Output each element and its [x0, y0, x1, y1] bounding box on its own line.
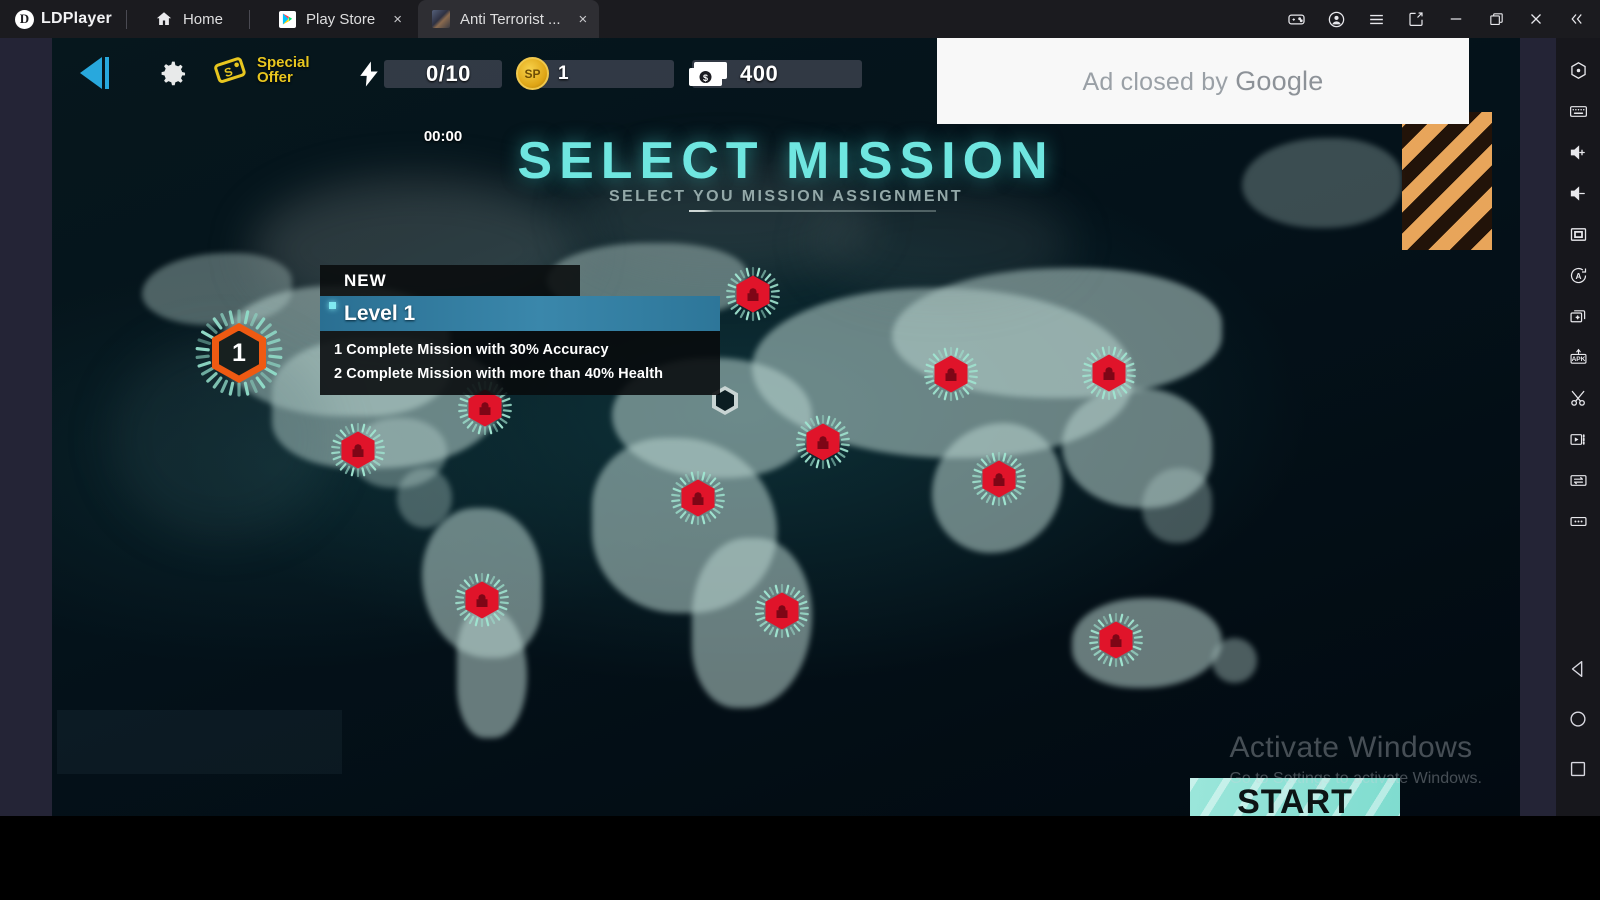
apk-install-icon[interactable]: APK	[1554, 337, 1600, 378]
cash-counter[interactable]: $ 400	[689, 60, 862, 88]
menu-icon[interactable]	[1356, 0, 1396, 38]
brand: D LDPlayer	[0, 9, 112, 29]
video-record-icon[interactable]	[1554, 419, 1600, 460]
special-offer-line1: Special	[257, 54, 310, 71]
special-offer-button[interactable]: S Special Offer	[214, 54, 310, 86]
tool-sidebar: A APK	[1556, 38, 1600, 816]
level-popup-title: Level 1	[344, 301, 416, 325]
collapse-sidebar-icon[interactable]	[1556, 0, 1596, 38]
page-title: SELECT MISSION	[517, 132, 1055, 190]
tab-home[interactable]: Home	[141, 0, 235, 38]
bottom-bar	[0, 816, 1600, 900]
bottom-left-panel	[57, 710, 342, 774]
tab-anti-terrorist-close-icon[interactable]: ×	[579, 12, 588, 27]
mission-marker-middle-east[interactable]	[795, 414, 851, 470]
level-number: 1	[219, 330, 259, 376]
mission-marker-australia[interactable]	[1088, 612, 1144, 668]
account-icon[interactable]	[1316, 0, 1356, 38]
window-controls	[1276, 0, 1600, 38]
gear-icon[interactable]	[152, 54, 192, 94]
title-underline	[689, 210, 936, 212]
sp-value: 1	[558, 63, 570, 84]
sp-counter[interactable]: SP 1	[516, 57, 674, 90]
special-offer-line2: Offer	[257, 69, 293, 86]
ldplayer-window: D LDPlayer Home Play Store × Anti Terror…	[0, 0, 1600, 900]
money-icon: $	[687, 60, 731, 89]
mission-marker-east-russia[interactable]	[1081, 345, 1137, 401]
game-hud: S Special Offer 0/10 00:00 SP 1 $ 400	[52, 38, 1520, 145]
new-badge: NEW	[320, 265, 580, 296]
mission-marker-south-america[interactable]	[454, 572, 510, 628]
lightning-bolt-icon	[354, 59, 384, 89]
svg-text:APK: APK	[1571, 356, 1585, 363]
rotate-auto-icon[interactable]: A	[1554, 255, 1600, 296]
android-home-icon[interactable]	[1554, 694, 1600, 744]
volume-up-icon[interactable]	[1554, 132, 1600, 173]
new-window-icon[interactable]	[1396, 0, 1436, 38]
titlebar: D LDPlayer Home Play Store × Anti Terror…	[0, 0, 1600, 38]
level-1-marker[interactable]: 1	[193, 307, 285, 399]
ldplayer-logo-icon: D	[15, 9, 34, 29]
play-store-icon	[278, 10, 297, 29]
level-popup-objectives: 1 Complete Mission with 30% Accuracy 2 C…	[320, 331, 720, 395]
energy-counter[interactable]: 0/10	[360, 60, 502, 88]
android-recents-icon[interactable]	[1554, 744, 1600, 794]
scissors-icon[interactable]	[1554, 378, 1600, 419]
left-strip	[0, 38, 52, 816]
svg-text:S: S	[223, 64, 235, 80]
price-tag-icon: S	[214, 54, 250, 86]
android-back-icon[interactable]	[1554, 644, 1600, 694]
cash-value: 400	[740, 61, 779, 86]
tab-play-store-close-icon[interactable]: ×	[393, 12, 402, 27]
divider	[248, 9, 250, 29]
tab-play-store-label: Play Store	[305, 10, 376, 28]
objective-1: 1 Complete Mission with 30% Accuracy	[334, 342, 609, 358]
mission-marker-west-africa[interactable]	[670, 470, 726, 526]
mission-marker-east-africa[interactable]	[754, 583, 810, 639]
file-transfer-icon[interactable]	[1554, 460, 1600, 501]
game-thumbnail-icon	[432, 10, 451, 29]
tab-anti-terrorist-label: Anti Terrorist ...	[459, 10, 561, 28]
objective-2: 2 Complete Mission with more than 40% He…	[334, 366, 664, 382]
mission-marker-india[interactable]	[971, 451, 1027, 507]
mission-marker-russia[interactable]	[923, 346, 979, 402]
sp-coin-icon: SP	[516, 57, 549, 90]
tab-play-store[interactable]: Play Store ×	[264, 0, 414, 38]
hexagon-dot-icon[interactable]	[1554, 50, 1600, 91]
start-button[interactable]: START	[1190, 778, 1400, 816]
energy-value: 0/10	[426, 61, 471, 86]
maximize-icon[interactable]	[1476, 0, 1516, 38]
svg-text:A: A	[1575, 271, 1581, 281]
back-arrow-icon[interactable]	[72, 53, 118, 93]
tab-anti-terrorist[interactable]: Anti Terrorist ... ×	[417, 0, 600, 38]
fullscreen-icon[interactable]	[1554, 214, 1600, 255]
gamepad-icon[interactable]	[1276, 0, 1316, 38]
keyboard-icon[interactable]	[1554, 91, 1600, 132]
page-subtitle: SELECT YOU MISSION ASSIGNMENT	[608, 188, 964, 205]
level-popup-header[interactable]: Level 1	[320, 296, 720, 331]
sp-coin-label: SP	[524, 66, 541, 81]
volume-down-icon[interactable]	[1554, 173, 1600, 214]
more-options-icon[interactable]	[1554, 501, 1600, 542]
sidebar-divider	[1520, 38, 1556, 816]
minimize-icon[interactable]	[1436, 0, 1476, 38]
level-popup: NEW Level 1 1 Complete Mission with 30% …	[320, 265, 720, 395]
close-icon[interactable]	[1516, 0, 1556, 38]
mission-marker-greenland[interactable]	[725, 266, 781, 322]
game-screen: Ad closed by Google S Special Offer 0/10…	[52, 38, 1520, 816]
svg-text:$: $	[703, 73, 708, 83]
brand-name: LDPlayer	[41, 10, 112, 27]
mission-marker-west-usa[interactable]	[330, 422, 386, 478]
special-offer-label: Special Offer	[257, 55, 310, 85]
start-button-label: START	[1237, 782, 1353, 817]
divider	[125, 9, 127, 29]
tab-home-label: Home	[182, 10, 223, 28]
multi-instance-icon[interactable]	[1554, 296, 1600, 337]
home-icon	[155, 10, 174, 29]
